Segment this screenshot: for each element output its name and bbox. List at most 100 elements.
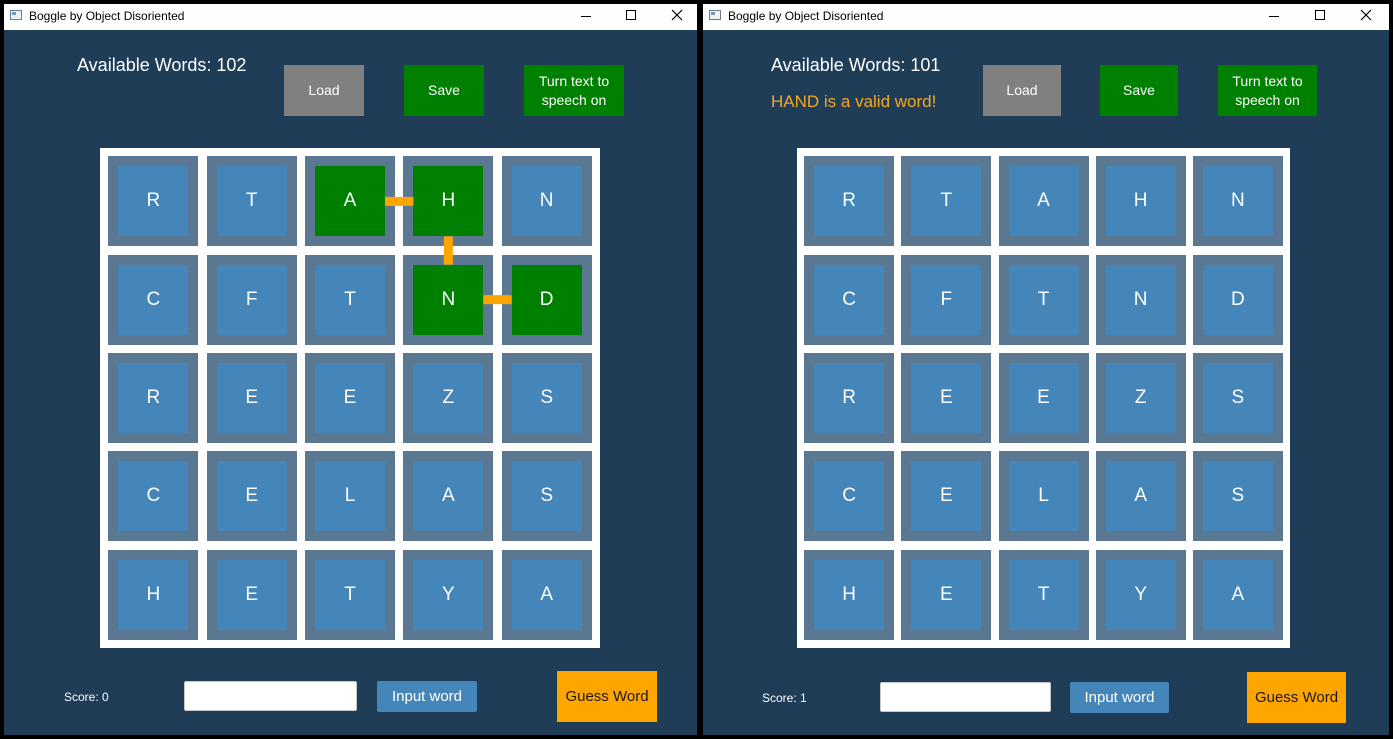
letter-tile[interactable]: E	[315, 363, 385, 433]
close-icon[interactable]	[654, 4, 697, 30]
title-bar[interactable]: Boggle by Object Disoriented	[4, 4, 697, 30]
letter-tile[interactable]: S	[511, 461, 582, 532]
boggle-window-right: Boggle by Object Disoriented Available W…	[703, 4, 1389, 735]
letter-tile[interactable]: N	[1105, 264, 1176, 335]
guess-word-button[interactable]: Guess Word	[557, 671, 657, 722]
word-input[interactable]	[184, 681, 357, 711]
board-cell: S	[501, 451, 592, 542]
close-icon[interactable]	[1343, 4, 1389, 30]
boggle-board: RTAHNCFTNDREEZSCELASHETYA	[797, 148, 1290, 648]
letter-tile[interactable]: H	[814, 559, 885, 630]
board-cell: R	[108, 353, 199, 443]
letter-tile[interactable]: Z	[1105, 363, 1176, 433]
board-cell: N	[1095, 254, 1186, 345]
letter-tile[interactable]: H	[118, 559, 189, 630]
letter-tile[interactable]: L	[1008, 461, 1079, 532]
letter-tile[interactable]: T	[216, 166, 287, 237]
board-cell: T	[901, 156, 992, 247]
input-word-button[interactable]: Input word	[377, 681, 477, 712]
letter-tile[interactable]: T	[1008, 264, 1079, 335]
letter-tile[interactable]: A	[315, 166, 385, 237]
letter-tile[interactable]: A	[1202, 559, 1273, 630]
board-cell: H	[804, 549, 895, 640]
letter-tile[interactable]: N	[413, 264, 484, 335]
guess-word-button[interactable]: Guess Word	[1247, 672, 1346, 723]
letter-tile[interactable]: R	[118, 363, 189, 433]
valid-word-message: HAND is a valid word!	[771, 92, 937, 111]
letter-tile[interactable]: A	[1105, 461, 1176, 532]
board-cell: E	[901, 451, 992, 542]
letter-tile[interactable]: R	[814, 363, 885, 433]
letter-tile[interactable]: C	[118, 461, 189, 532]
board-cell: A	[1192, 549, 1283, 640]
boggle-board: RTAHNCFTNDREEZSCELASHETYA	[100, 148, 600, 648]
letter-tile[interactable]: Y	[413, 559, 484, 630]
board-cell: E	[901, 353, 992, 443]
board-cell: F	[901, 254, 992, 345]
minimize-icon[interactable]	[1251, 4, 1297, 30]
letter-tile[interactable]: Z	[413, 363, 484, 433]
input-word-button[interactable]: Input word	[1070, 682, 1169, 713]
letter-tile[interactable]: A	[511, 559, 582, 630]
letter-tile[interactable]: F	[216, 264, 287, 335]
load-button[interactable]: Load	[983, 65, 1061, 116]
board-cell: Z	[403, 353, 494, 443]
board-cell: S	[501, 353, 592, 443]
window-title: Boggle by Object Disoriented	[29, 9, 185, 23]
letter-tile[interactable]: L	[315, 461, 385, 532]
save-button[interactable]: Save	[404, 65, 484, 116]
letter-tile[interactable]: H	[413, 166, 484, 237]
board-cell: A	[501, 549, 592, 640]
letter-tile[interactable]: A	[1008, 166, 1079, 237]
board-cell: E	[998, 353, 1089, 443]
letter-tile[interactable]: T	[315, 264, 385, 335]
letter-tile[interactable]: E	[216, 461, 287, 532]
board-cell: H	[1095, 156, 1186, 247]
letter-tile[interactable]: E	[911, 559, 982, 630]
load-button[interactable]: Load	[284, 65, 364, 116]
letter-tile[interactable]: R	[118, 166, 189, 237]
letter-tile[interactable]: E	[911, 461, 982, 532]
letter-tile[interactable]: D	[1202, 264, 1273, 335]
board-cell: S	[1192, 451, 1283, 542]
board-cell: A	[1095, 451, 1186, 542]
text-to-speech-button[interactable]: Turn text to speech on	[524, 65, 624, 116]
title-bar[interactable]: Boggle by Object Disoriented	[703, 4, 1389, 30]
board-cell: T	[206, 156, 297, 247]
board-cell: Z	[1095, 353, 1186, 443]
word-input[interactable]	[880, 682, 1051, 712]
window-app-icon	[709, 10, 721, 20]
available-words-label: Available Words: 102	[77, 55, 247, 75]
letter-tile[interactable]: S	[511, 363, 582, 433]
letter-tile[interactable]: N	[511, 166, 582, 237]
text-to-speech-button[interactable]: Turn text to speech on	[1218, 65, 1317, 116]
letter-tile[interactable]: C	[118, 264, 189, 335]
letter-tile[interactable]: S	[1202, 461, 1273, 532]
letter-tile[interactable]: C	[814, 264, 885, 335]
letter-tile[interactable]: F	[911, 264, 982, 335]
letter-tile[interactable]: N	[1202, 166, 1273, 237]
letter-tile[interactable]: R	[814, 166, 885, 237]
letter-tile[interactable]: D	[511, 264, 582, 335]
board-cell: N	[501, 156, 592, 247]
save-button[interactable]: Save	[1100, 65, 1178, 116]
minimize-icon[interactable]	[563, 4, 609, 30]
board-cell: D	[501, 254, 592, 345]
letter-tile[interactable]: S	[1202, 363, 1273, 433]
letter-tile[interactable]: A	[413, 461, 484, 532]
letter-tile[interactable]: T	[911, 166, 982, 237]
maximize-icon[interactable]	[1297, 4, 1343, 30]
letter-tile[interactable]: E	[1008, 363, 1079, 433]
letter-tile[interactable]: H	[1105, 166, 1176, 237]
letter-tile[interactable]: E	[216, 363, 287, 433]
letter-tile[interactable]: T	[315, 559, 385, 630]
letter-tile[interactable]: C	[814, 461, 885, 532]
score-label: Score: 1	[762, 691, 807, 705]
window-title: Boggle by Object Disoriented	[728, 9, 884, 23]
board-cell: C	[804, 254, 895, 345]
maximize-icon[interactable]	[608, 4, 654, 30]
letter-tile[interactable]: Y	[1105, 559, 1176, 630]
letter-tile[interactable]: E	[216, 559, 287, 630]
letter-tile[interactable]: E	[911, 363, 982, 433]
letter-tile[interactable]: T	[1008, 559, 1079, 630]
